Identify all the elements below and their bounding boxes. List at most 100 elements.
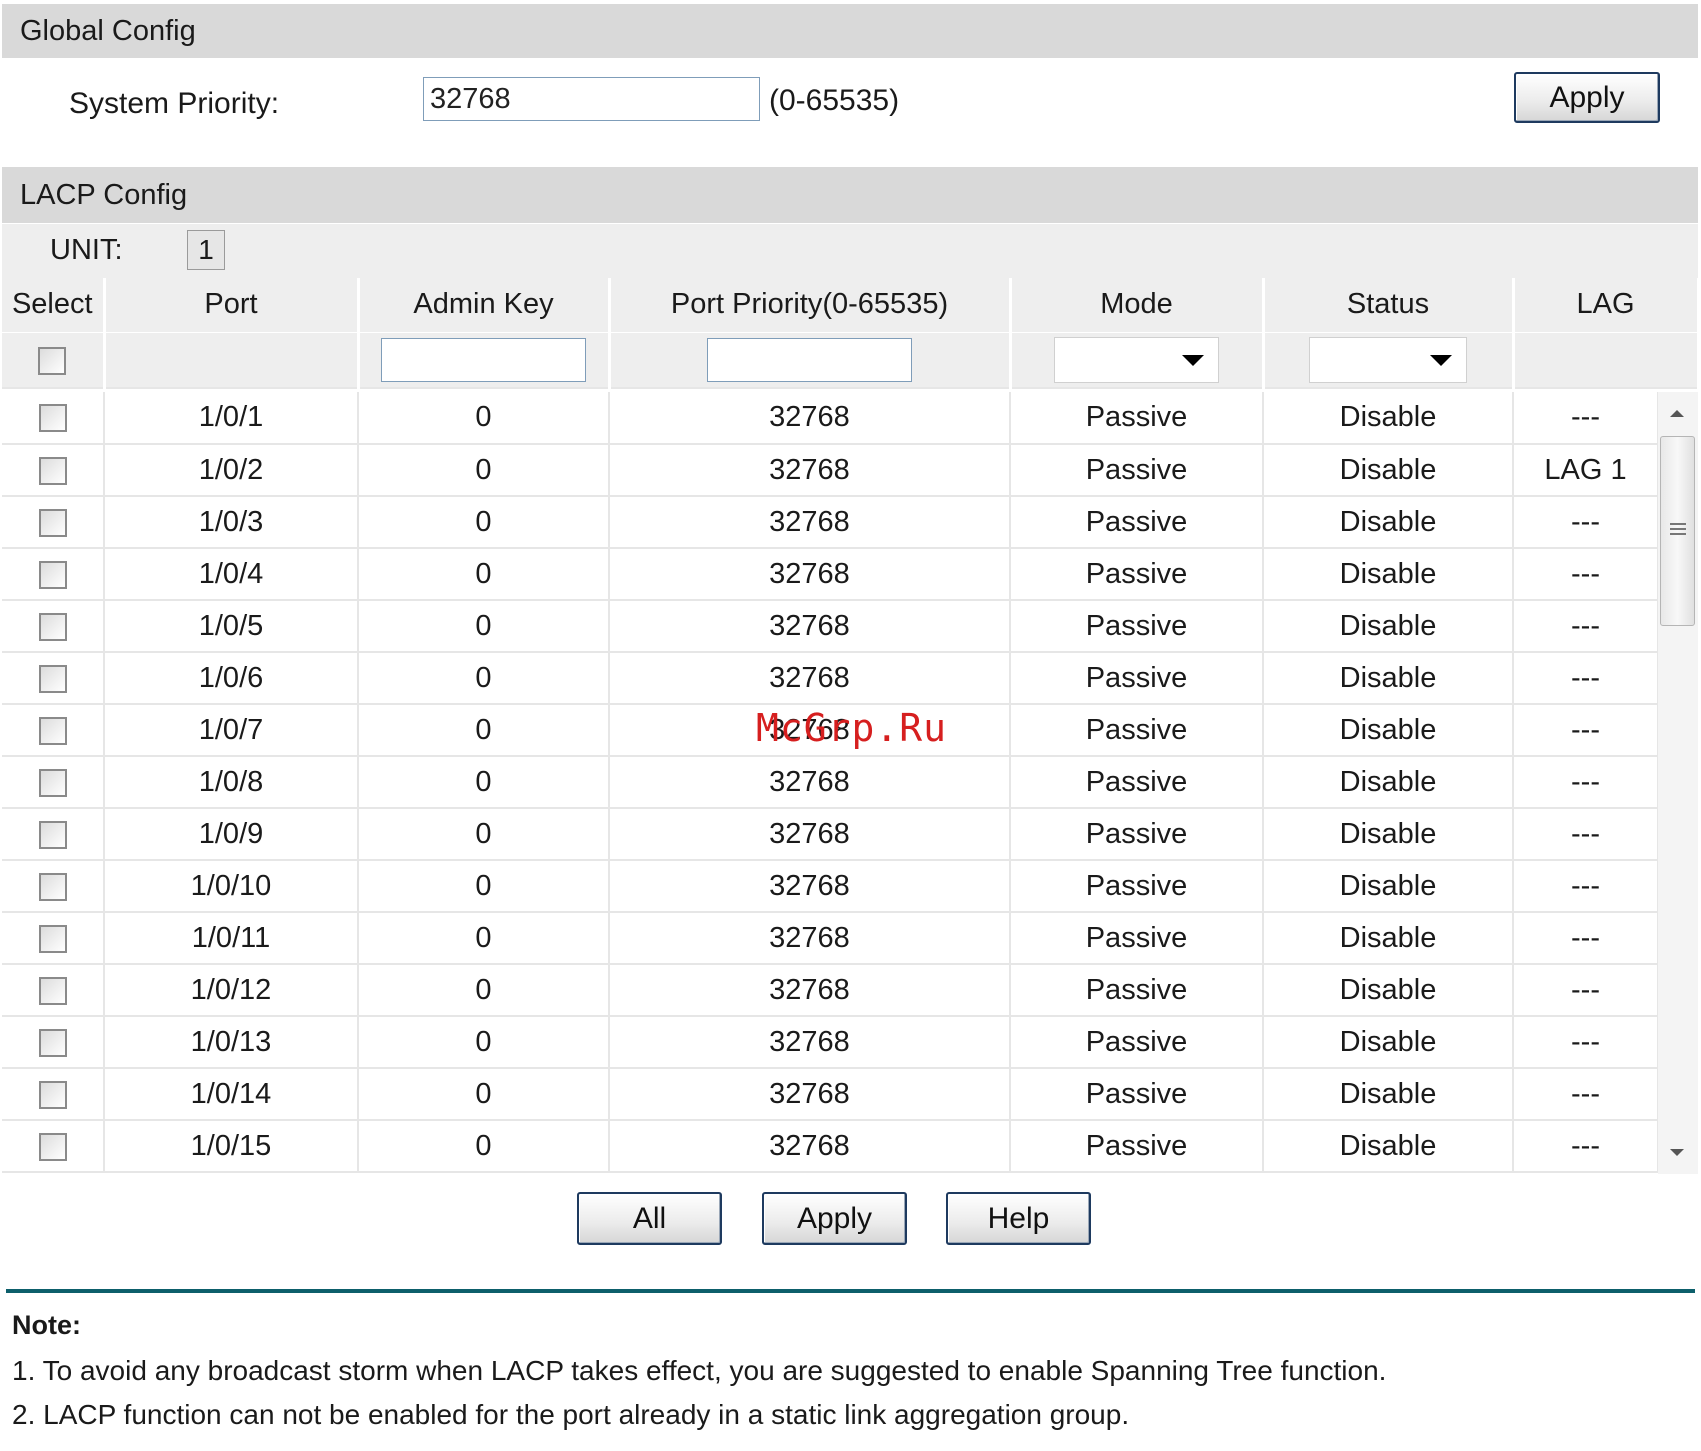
select-cell	[2, 392, 105, 445]
select-cell	[2, 444, 105, 497]
unit-label: UNIT:	[50, 234, 123, 266]
table-row[interactable]: 1/0/14 0 32768 Passive Disable ---	[2, 1068, 1659, 1121]
note-title: Note:	[12, 1310, 81, 1340]
row-select-checkbox[interactable]	[38, 820, 67, 849]
row-select-checkbox[interactable]	[38, 560, 67, 589]
col-select: Select	[2, 278, 106, 335]
status-cell: Disable	[1263, 392, 1514, 445]
arrow-up-icon[interactable]	[1670, 410, 1684, 417]
table-row[interactable]: 1/0/4 0 32768 Passive Disable ---	[2, 548, 1659, 601]
status-cell: Disable	[1263, 1016, 1514, 1069]
system-priority-range: (0-65535)	[769, 84, 900, 117]
lacp-port-table: 1/0/1 0 32768 Passive Disable --- 1/0/2 0 32768 P…	[2, 392, 1659, 1173]
row-select-checkbox[interactable]	[38, 456, 67, 485]
port-cell: 1/0/8	[104, 756, 359, 809]
admin-key-cell: 0	[358, 392, 610, 445]
port-cell: 1/0/2	[104, 444, 359, 497]
table-row[interactable]: 1/0/9 0 32768 Passive Disable ---	[2, 808, 1659, 861]
lag-cell: LAG 1	[1513, 444, 1659, 497]
port-cell: 1/0/11	[104, 912, 359, 965]
table-row[interactable]: 1/0/6 0 32768 Passive Disable ---	[2, 652, 1659, 705]
mode-cell: Passive	[1010, 704, 1264, 757]
lag-cell: ---	[1513, 1120, 1659, 1173]
table-row[interactable]: 1/0/1 0 32768 Passive Disable ---	[2, 392, 1659, 445]
admin-key-cell: 0	[358, 912, 610, 965]
table-row[interactable]: 1/0/15 0 32768 Passive Disable ---	[2, 1120, 1659, 1173]
table-row[interactable]: 1/0/8 0 32768 Passive Disable ---	[2, 756, 1659, 809]
apply-button[interactable]: Apply	[762, 1192, 907, 1245]
lag-cell: ---	[1513, 1068, 1659, 1121]
table-row[interactable]: 1/0/11 0 32768 Passive Disable ---	[2, 912, 1659, 965]
row-select-checkbox[interactable]	[38, 976, 67, 1005]
table-scrollbar[interactable]	[1658, 392, 1698, 1174]
col-lag: LAG	[1513, 278, 1700, 335]
mode-cell: Passive	[1010, 912, 1264, 965]
row-select-checkbox[interactable]	[38, 508, 67, 537]
row-select-checkbox[interactable]	[38, 1132, 67, 1161]
status-cell: Disable	[1263, 808, 1514, 861]
select-cell	[2, 548, 105, 601]
col-mode: Mode	[1010, 278, 1265, 335]
row-select-checkbox[interactable]	[38, 872, 67, 901]
row-select-checkbox[interactable]	[38, 612, 67, 641]
port-cell: 1/0/10	[104, 860, 359, 913]
admin-key-cell: 0	[358, 548, 610, 601]
help-button[interactable]: Help	[946, 1192, 1091, 1245]
all-button[interactable]: All	[577, 1192, 722, 1245]
admin-key-cell: 0	[358, 860, 610, 913]
row-select-checkbox[interactable]	[38, 1028, 67, 1057]
mode-cell: Passive	[1010, 392, 1264, 445]
select-cell	[2, 1068, 105, 1121]
row-select-checkbox[interactable]	[38, 664, 67, 693]
lag-cell: ---	[1513, 496, 1659, 549]
table-row[interactable]: 1/0/12 0 32768 Passive Disable ---	[2, 964, 1659, 1017]
table-row[interactable]: 1/0/10 0 32768 Passive Disable ---	[2, 860, 1659, 913]
select-cell	[2, 808, 105, 861]
port-cell: 1/0/13	[104, 1016, 359, 1069]
unit-1-button[interactable]: 1	[187, 230, 225, 270]
row-select-checkbox[interactable]	[38, 768, 67, 797]
port-priority-cell: 32768	[609, 392, 1011, 445]
select-all-checkbox[interactable]	[38, 346, 67, 375]
admin-key-cell: 0	[358, 704, 610, 757]
lacp-filter-row	[2, 333, 1700, 389]
lag-cell: ---	[1513, 756, 1659, 809]
status-batch-select[interactable]	[1309, 337, 1467, 383]
arrow-down-icon[interactable]	[1670, 1149, 1684, 1156]
port-priority-batch-input[interactable]	[707, 338, 912, 382]
select-cell	[2, 600, 105, 653]
port-priority-cell: 32768	[609, 756, 1011, 809]
row-select-checkbox[interactable]	[38, 716, 67, 745]
port-cell: 1/0/14	[104, 1068, 359, 1121]
global-config-header: Global Config	[2, 4, 1698, 58]
chevron-down-icon	[1430, 355, 1452, 366]
lag-cell: ---	[1513, 704, 1659, 757]
row-select-checkbox[interactable]	[38, 1080, 67, 1109]
select-cell	[2, 964, 105, 1017]
port-cell: 1/0/9	[104, 808, 359, 861]
admin-key-cell: 0	[358, 600, 610, 653]
table-row[interactable]: 1/0/13 0 32768 Passive Disable ---	[2, 1016, 1659, 1069]
system-priority-input[interactable]	[423, 77, 760, 121]
scrollbar-thumb[interactable]	[1660, 436, 1695, 626]
row-select-checkbox[interactable]	[38, 404, 67, 433]
mode-cell: Passive	[1010, 808, 1264, 861]
row-select-checkbox[interactable]	[38, 924, 67, 953]
port-priority-cell: 32768	[609, 652, 1011, 705]
mode-cell: Passive	[1010, 444, 1264, 497]
select-cell	[2, 860, 105, 913]
table-row[interactable]: 1/0/2 0 32768 Passive Disable LAG 1	[2, 444, 1659, 497]
mode-cell: Passive	[1010, 860, 1264, 913]
watermark: McGrp.Ru	[756, 706, 948, 750]
global-apply-button[interactable]: Apply	[1514, 72, 1660, 123]
mode-batch-select[interactable]	[1054, 337, 1219, 383]
mode-cell: Passive	[1010, 964, 1264, 1017]
port-priority-cell: 32768	[609, 1120, 1011, 1173]
table-row[interactable]: 1/0/3 0 32768 Passive Disable ---	[2, 496, 1659, 549]
port-cell: 1/0/6	[104, 652, 359, 705]
mode-cell: Passive	[1010, 652, 1264, 705]
table-row[interactable]: 1/0/5 0 32768 Passive Disable ---	[2, 600, 1659, 653]
mode-cell: Passive	[1010, 548, 1264, 601]
admin-key-batch-input[interactable]	[381, 338, 586, 382]
unit-row: UNIT: 1	[2, 224, 1698, 278]
